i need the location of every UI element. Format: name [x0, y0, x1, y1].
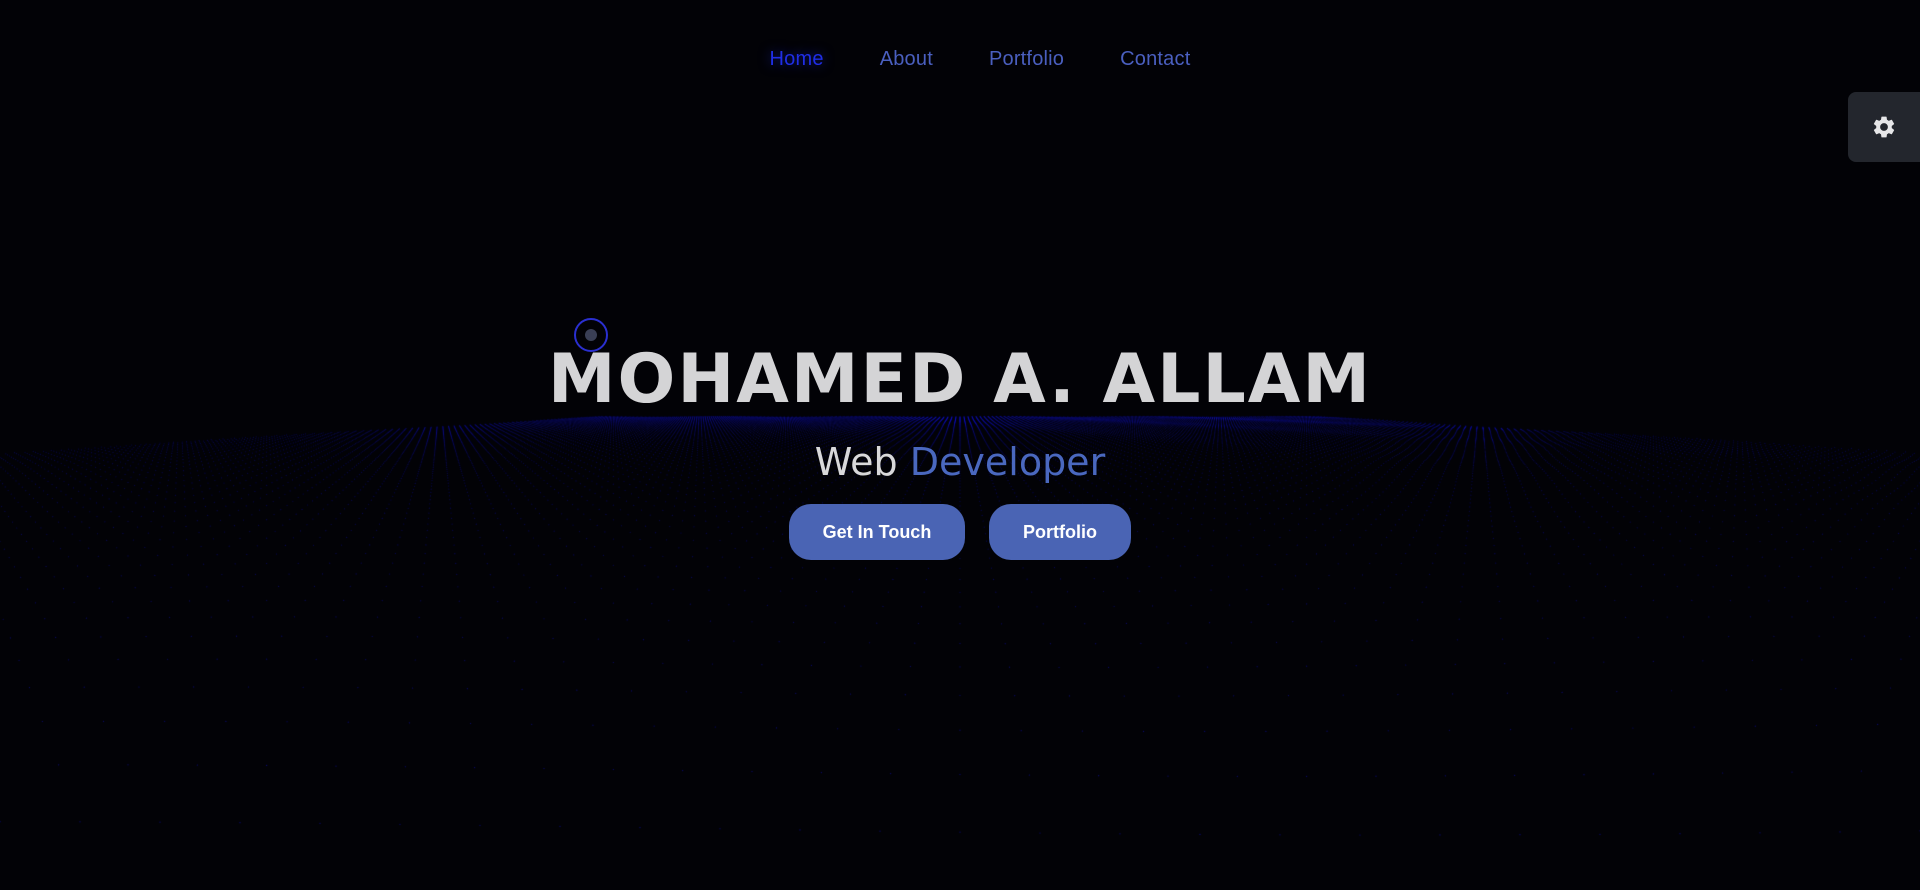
portfolio-button[interactable]: Portfolio: [989, 504, 1131, 560]
hero-section: Home About Portfolio Contact MOHAMED A. …: [0, 0, 1920, 890]
hero-name: MOHAMED A. ALLAM: [547, 340, 1373, 419]
nav-contact-link[interactable]: Contact: [1120, 48, 1190, 71]
get-in-touch-button[interactable]: Get In Touch: [789, 504, 965, 560]
hero-content: MOHAMED A. ALLAM Web Developer Get In To…: [0, 330, 1920, 560]
settings-button[interactable]: [1848, 92, 1920, 162]
nav-home-link[interactable]: Home: [770, 48, 824, 71]
nav-portfolio-link[interactable]: Portfolio: [989, 48, 1064, 71]
gear-icon: [1871, 114, 1897, 140]
hero-buttons: Get In Touch Portfolio: [0, 504, 1920, 560]
hero-role-accent: Developer: [909, 440, 1106, 484]
hero-role-prefix: Web: [814, 440, 898, 484]
nav-about-link[interactable]: About: [880, 48, 933, 71]
hero-role: Web Developer: [0, 434, 1920, 490]
main-nav: Home About Portfolio Contact: [0, 48, 1920, 71]
